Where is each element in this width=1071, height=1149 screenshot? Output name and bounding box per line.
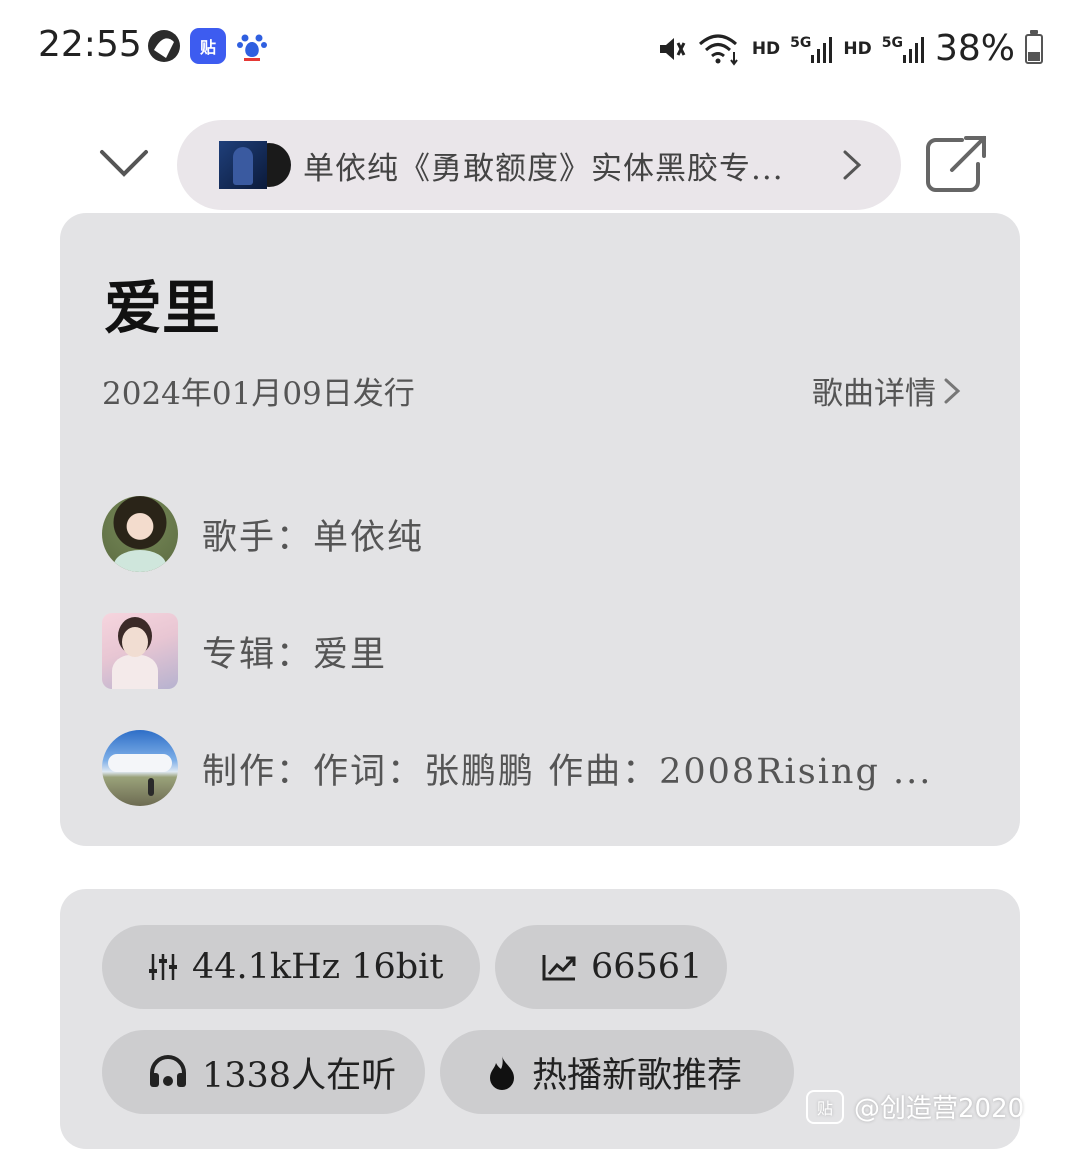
battery-percent: 38% <box>934 28 1015 69</box>
production-label: 制作：作词：张鹏鹏 作曲：2008Rising ... <box>202 751 933 792</box>
hd-indicator-1: HD <box>751 38 781 59</box>
vinyl-cover-thumbnail <box>219 141 291 189</box>
production-row[interactable]: 制作：作词：张鹏鹏 作曲：2008Rising ... <box>102 730 932 806</box>
wifi-icon <box>698 34 738 66</box>
map-app-icon <box>146 28 182 64</box>
hd-indicator-2: HD <box>843 38 872 59</box>
share-button[interactable] <box>922 130 992 200</box>
collapse-button[interactable] <box>96 140 152 188</box>
mute-vibrate-icon <box>659 37 686 60</box>
album-promo-text: 单依纯《勇敢额度》实体黑胶专... <box>303 150 784 187</box>
status-bar: 22:55 贴 HD 5G HD 5G 38% <box>0 0 1071 95</box>
watermark-text: @创造营2020 <box>854 1094 1025 1124</box>
singer-avatar <box>102 496 178 572</box>
listeners-text: 1338人在听 <box>202 1055 397 1096</box>
album-row[interactable]: 专辑：爱里 <box>102 613 387 689</box>
audio-quality-chip[interactable]: 44.1kHz 16bit <box>102 925 480 1009</box>
release-date: 2024年01月09日发行 <box>102 376 415 412</box>
audio-quality-text: 44.1kHz 16bit <box>192 947 444 987</box>
battery-icon <box>1025 29 1043 64</box>
album-label: 专辑：爱里 <box>202 634 388 675</box>
trending-icon <box>541 952 577 982</box>
play-count-text: 66561 <box>591 947 703 987</box>
equalizer-icon <box>148 952 178 982</box>
chevron-down-icon <box>100 150 148 177</box>
source-watermark: 贴 @创造营2020 <box>806 1088 1024 1125</box>
song-details-link[interactable]: 歌曲详情 <box>812 368 962 413</box>
tieba-app-icon: 贴 <box>190 28 226 64</box>
hot-tag-text: 热播新歌推荐 <box>532 1055 743 1096</box>
play-count-chip[interactable]: 66561 <box>495 925 727 1009</box>
signal-2: 5G <box>882 35 925 63</box>
producer-avatar <box>102 730 178 806</box>
notification-icons: 贴 <box>146 28 270 64</box>
song-info-card: 爱里 2024年01月09日发行 歌曲详情 歌手：单依纯 专辑：爱里 制作：作词… <box>60 213 1020 846</box>
chevron-right-icon <box>944 378 961 403</box>
album-cover <box>102 613 178 689</box>
signal-bars-icon <box>811 36 833 63</box>
headphones-icon <box>148 1055 188 1089</box>
song-details-label: 歌曲详情 <box>812 376 936 412</box>
baidu-app-icon <box>234 28 270 64</box>
clock: 22:55 <box>38 24 142 65</box>
signal-bars-icon <box>902 36 924 63</box>
signal-1: 5G <box>790 35 833 63</box>
flame-icon <box>486 1054 518 1090</box>
tieba-watermark-logo: 贴 <box>806 1089 844 1124</box>
listeners-chip[interactable]: 1338人在听 <box>102 1030 425 1114</box>
share-icon <box>926 136 986 192</box>
singer-label: 歌手：单依纯 <box>202 517 425 558</box>
album-promo-banner[interactable]: 单依纯《勇敢额度》实体黑胶专... <box>177 120 901 210</box>
status-indicators: HD 5G HD 5G 38% <box>656 28 1043 69</box>
singer-row[interactable]: 歌手：单依纯 <box>102 496 424 572</box>
song-title: 爱里 <box>104 274 221 342</box>
hot-tag-chip[interactable]: 热播新歌推荐 <box>440 1030 794 1114</box>
chevron-right-icon <box>843 150 862 180</box>
